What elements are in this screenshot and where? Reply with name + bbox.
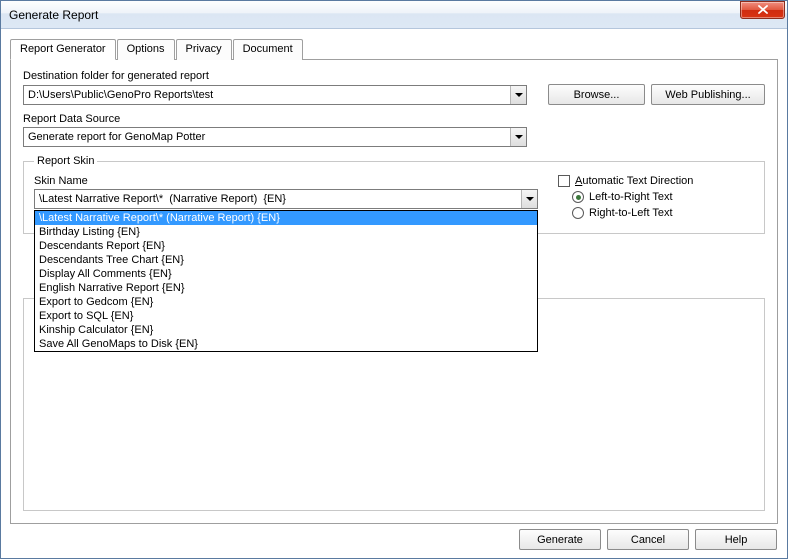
tab-document[interactable]: Document xyxy=(233,39,303,60)
rtl-label: Right-to-Left Text xyxy=(589,207,673,219)
tab-strip: Report Generator Options Privacy Documen… xyxy=(10,38,778,59)
skin-option[interactable]: Descendants Tree Chart {EN} xyxy=(35,253,537,267)
skin-option[interactable]: Export to SQL {EN} xyxy=(35,309,537,323)
skin-name-input[interactable] xyxy=(35,190,521,208)
destination-combo[interactable] xyxy=(23,85,527,105)
title-bar: Generate Report xyxy=(1,1,787,29)
generate-button[interactable]: Generate xyxy=(519,529,601,550)
chevron-down-icon xyxy=(515,135,523,139)
data-source-label: Report Data Source xyxy=(23,113,765,125)
report-skin-legend: Report Skin xyxy=(34,155,97,167)
checkbox-icon xyxy=(558,175,570,187)
tab-panel: Destination folder for generated report … xyxy=(10,59,778,524)
tab-privacy[interactable]: Privacy xyxy=(176,39,232,60)
report-skin-group: Report Skin Skin Name \Latest Narrative … xyxy=(23,155,765,234)
skin-option[interactable]: Kinship Calculator {EN} xyxy=(35,323,537,337)
radio-icon xyxy=(572,207,584,219)
web-publishing-button[interactable]: Web Publishing... xyxy=(651,84,765,105)
skin-option[interactable]: \Latest Narrative Report\* (Narrative Re… xyxy=(35,211,537,225)
skin-name-drop-button[interactable] xyxy=(521,190,537,208)
data-source-input[interactable] xyxy=(24,128,510,146)
destination-label: Destination folder for generated report xyxy=(23,70,765,82)
skin-option[interactable]: Display All Comments {EN} xyxy=(35,267,537,281)
skin-name-combo[interactable] xyxy=(34,189,538,209)
skin-option[interactable]: English Narrative Report {EN} xyxy=(35,281,537,295)
skin-name-label: Skin Name xyxy=(34,175,538,187)
chevron-down-icon xyxy=(526,197,534,201)
browse-button[interactable]: Browse... xyxy=(548,84,645,105)
window-title: Generate Report xyxy=(9,8,740,22)
tab-report-generator[interactable]: Report Generator xyxy=(10,39,116,60)
skin-option[interactable]: Export to Gedcom {EN} xyxy=(35,295,537,309)
close-button[interactable] xyxy=(740,1,785,19)
data-source-combo[interactable] xyxy=(23,127,527,147)
destination-input[interactable] xyxy=(24,86,510,104)
tab-options[interactable]: Options xyxy=(117,39,175,60)
radio-icon xyxy=(572,191,584,203)
chevron-down-icon xyxy=(515,93,523,97)
auto-dir-text: utomatic Text Direction xyxy=(582,175,693,187)
ltr-label: Left-to-Right Text xyxy=(589,191,673,203)
help-button[interactable]: Help xyxy=(695,529,777,550)
ltr-radio[interactable]: Left-to-Right Text xyxy=(572,191,754,203)
cancel-button[interactable]: Cancel xyxy=(607,529,689,550)
skin-name-dropdown-list[interactable]: \Latest Narrative Report\* (Narrative Re… xyxy=(34,210,538,352)
skin-option[interactable]: Save All GenoMaps to Disk {EN} xyxy=(35,337,537,351)
data-source-drop-button[interactable] xyxy=(510,128,526,146)
rtl-radio[interactable]: Right-to-Left Text xyxy=(572,207,754,219)
destination-drop-button[interactable] xyxy=(510,86,526,104)
close-icon xyxy=(758,5,768,14)
skin-option[interactable]: Birthday Listing {EN} xyxy=(35,225,537,239)
dialog-footer: Generate Cancel Help xyxy=(519,529,777,550)
skin-option[interactable]: Descendants Report {EN} xyxy=(35,239,537,253)
auto-direction-checkbox[interactable]: Automatic Text Direction xyxy=(558,175,754,187)
